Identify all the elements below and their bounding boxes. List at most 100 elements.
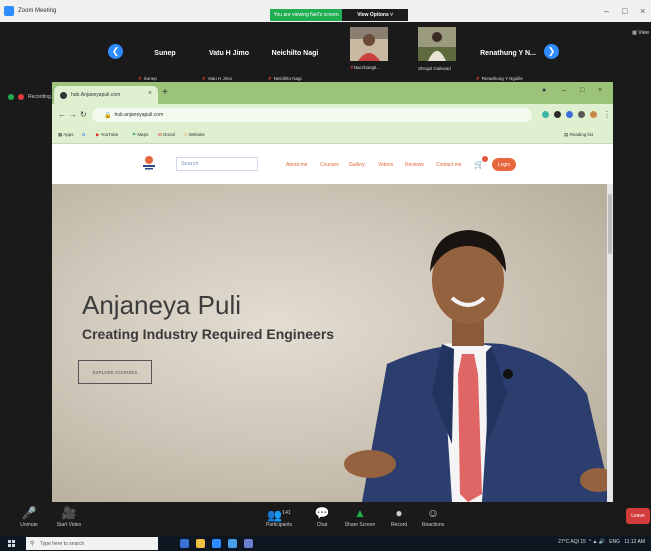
bookmark-website[interactable]: ◇ Website xyxy=(184,132,205,138)
participant-name: Vatu H Jimo xyxy=(208,50,250,57)
site-header: Search About me Courses Gallery Videos R… xyxy=(52,144,613,184)
view-options-button[interactable]: View Options ˅ xyxy=(342,9,408,21)
site-favicon-icon xyxy=(60,91,67,99)
browser-close-icon[interactable]: × xyxy=(598,87,602,94)
bookmark-youtube[interactable]: ▶ YouTube xyxy=(96,132,118,138)
reactions-icon: ☺ xyxy=(426,506,440,520)
share-screen-icon: ▲ xyxy=(354,506,366,520)
muted-mic-icon: ✗ xyxy=(138,76,142,81)
nav-reviews[interactable]: Reviews xyxy=(405,162,424,168)
back-icon[interactable]: ← xyxy=(58,110,66,119)
file-explorer-icon[interactable] xyxy=(196,539,205,548)
bookmark-maps[interactable]: ⚑ Maps xyxy=(132,132,148,138)
record-button-icon[interactable]: ● xyxy=(542,87,546,94)
participants-icon: 👥141 xyxy=(267,508,291,522)
participant-tile-vatu[interactable]: Vatu H Jimo ✗ Vatu H Jimo xyxy=(198,46,260,86)
zoom-app-icon[interactable] xyxy=(212,539,221,548)
close-window-icon[interactable]: × xyxy=(640,6,645,16)
minimize-icon[interactable]: – xyxy=(604,6,609,16)
new-tab-icon[interactable]: + xyxy=(162,87,168,98)
language-label: ENG xyxy=(609,539,621,545)
system-tray: 27°C AQI 15 ^ ▲ 🔊 ENG 11:12 AM xyxy=(558,539,645,545)
windows-start-icon[interactable] xyxy=(8,540,15,547)
bookmarks-bar: ▦ Apps G ▶ YouTube ⚑ Maps M Gmail ◇ Webs… xyxy=(52,126,613,144)
maximize-icon[interactable]: □ xyxy=(622,6,627,16)
extension-icon[interactable] xyxy=(554,111,561,118)
tab-title: hub.Anjaneyapuli.com xyxy=(71,92,121,98)
record-button[interactable]: ● Record xyxy=(388,504,410,528)
extension-icon[interactable] xyxy=(566,111,573,118)
hero-title: Anjaneya Puli xyxy=(82,290,241,320)
windows-taskbar: ⚲ Type here to search 27°C AQI 15 ^ ▲ 🔊 … xyxy=(0,536,651,551)
share-screen-button[interactable]: ▲ Share Screen xyxy=(342,504,378,528)
menu-icon[interactable]: ⋮ xyxy=(603,110,611,119)
next-page-button[interactable]: ❯ xyxy=(544,44,559,59)
extension-icon[interactable] xyxy=(542,111,549,118)
unmute-button[interactable]: 🎤 Unmute xyxy=(14,504,44,528)
muted-mic-icon: ✗ xyxy=(476,76,480,81)
participant-tile-neichilto[interactable]: Neichilto Nagi ✗ Neichilto Nagi xyxy=(264,46,326,86)
taskbar-search-input[interactable]: ⚲ Type here to search xyxy=(26,537,158,550)
browser-maximize-icon[interactable]: □ xyxy=(580,87,584,94)
video-off-icon: 🎥 xyxy=(61,506,77,520)
zoom-logo-icon xyxy=(4,6,14,16)
recording-indicator: Recording... xyxy=(8,94,55,100)
bookmark-apps[interactable]: ▦ Apps xyxy=(58,132,74,138)
start-video-button[interactable]: 🎥 Start Video xyxy=(52,504,86,528)
nav-gallery[interactable]: Gallery xyxy=(349,162,365,168)
site-search-input[interactable]: Search xyxy=(176,157,258,171)
muted-mic-icon: ✗ xyxy=(202,76,206,81)
share-banner: You are viewing Neil's screen View Optio… xyxy=(270,9,408,21)
chat-button[interactable]: 💬 Chat xyxy=(312,504,332,528)
participant-sub: Shrujal Gaikwad xyxy=(418,66,451,71)
record-dot-icon xyxy=(18,94,24,100)
previous-page-button[interactable]: ❮ xyxy=(108,44,123,59)
hero-subtitle: Creating Industry Required Engineers xyxy=(82,326,335,342)
scrollbar-thumb[interactable] xyxy=(608,194,612,254)
participant-video xyxy=(350,27,388,61)
website-icon: ◇ xyxy=(184,132,188,137)
bookmark-gmail[interactable]: M Gmail xyxy=(158,132,175,137)
nav-courses[interactable]: Courses xyxy=(320,162,339,168)
muted-mic-icon: 🎤 xyxy=(21,506,37,520)
search-icon: ⚲ xyxy=(30,541,35,547)
participants-button[interactable]: 👥141 Participants xyxy=(262,504,296,528)
cart-badge xyxy=(482,156,488,162)
reactions-button[interactable]: ☺ Reactions xyxy=(420,504,446,528)
participant-video xyxy=(418,27,456,61)
url-input[interactable]: 🔒 hub.anjaneyapuli.com xyxy=(92,108,532,122)
reading-list[interactable]: ▤ Reading list xyxy=(564,132,593,138)
participant-name: Renathung Y N... xyxy=(480,50,536,57)
shield-icon xyxy=(8,94,14,100)
puzzle-icon[interactable] xyxy=(578,111,585,118)
profile-avatar[interactable] xyxy=(590,111,597,118)
nav-contact-me[interactable]: Contact me xyxy=(436,162,462,168)
browser-minimize-icon[interactable]: – xyxy=(562,87,566,94)
site-logo[interactable] xyxy=(140,154,158,174)
leave-button[interactable]: Leave xyxy=(626,508,650,524)
participant-name: Sunep xyxy=(154,50,176,57)
participant-strip: ❮ Sunep ✗ Sunep Vatu H Jimo ✗ Vatu H Jimo … xyxy=(0,22,651,86)
app-icon[interactable] xyxy=(244,539,253,548)
participant-tile-renathung[interactable]: Renathung Y N... ✗ Renathung Y Ngullie xyxy=(472,46,544,86)
participant-tile-sunep[interactable]: Sunep ✗ Sunep xyxy=(134,46,196,86)
clock-label: 11:12 AM xyxy=(624,539,645,545)
tab-close-icon[interactable]: × xyxy=(148,90,152,97)
nav-about-me[interactable]: About me xyxy=(286,162,307,168)
youtube-icon: ▶ xyxy=(96,132,100,137)
bookmark-google[interactable]: G xyxy=(82,132,86,137)
reload-icon[interactable]: ↻ xyxy=(80,110,87,119)
browser-tab[interactable]: hub.Anjaneyapuli.com × xyxy=(54,86,158,104)
participant-name: Neichilto Nagi xyxy=(271,50,319,57)
taskview-icon[interactable] xyxy=(180,539,189,548)
participant-video-tile[interactable]: Shrujal Gaikwad xyxy=(418,27,456,71)
participant-video-tile[interactable]: ✗Nacchangti... xyxy=(350,27,388,70)
explore-courses-button[interactable]: EXPLORE COURSES xyxy=(78,360,152,384)
login-button[interactable]: Login xyxy=(492,158,516,171)
page-scrollbar[interactable] xyxy=(607,184,613,502)
hero-portrait xyxy=(344,230,607,502)
view-button[interactable]: ▦ View xyxy=(632,30,649,36)
nav-videos[interactable]: Videos xyxy=(378,162,393,168)
forward-icon[interactable]: → xyxy=(69,110,77,119)
chrome-app-icon[interactable] xyxy=(228,539,237,548)
